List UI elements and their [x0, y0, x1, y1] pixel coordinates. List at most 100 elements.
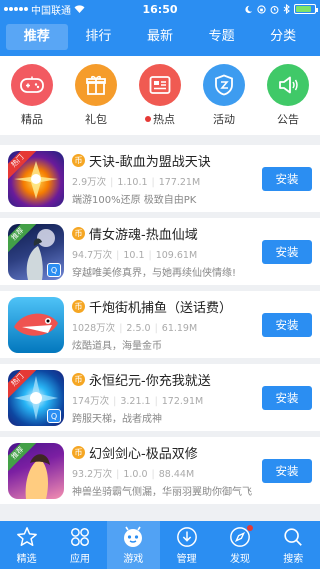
category-notice[interactable]: 公告: [256, 64, 320, 135]
list-item[interactable]: 推荐 Q 币倩女游魂-热血仙域 94.7万次 | 10.1 | 109.61M 穿越唯美…: [0, 218, 320, 285]
coin-icon: 币: [72, 373, 85, 386]
game-list: 热门 币天诀-歃血为盟战天诀 2.9万次 | 1.10.1 | 177.21M 端游10…: [0, 145, 320, 510]
nav-label: 发现: [229, 553, 250, 565]
app-icon: 推荐: [8, 442, 64, 499]
gift-icon: [75, 64, 117, 106]
app-title: 天诀-歃血为盟战天诀: [89, 155, 211, 170]
nav-manage[interactable]: 管理: [160, 521, 213, 569]
app-downloads: 94.7万次: [72, 250, 113, 261]
app-title: 幻剑剑心-极品双修: [89, 447, 198, 462]
coin-icon: 币: [72, 300, 85, 313]
list-item[interactable]: 币千炮街机捕鱼（送话费） 1028万次 | 2.5.0 | 61.19M 炫酷道具，海量…: [0, 291, 320, 358]
grid-icon: [71, 527, 89, 546]
shield-icon: [203, 64, 245, 106]
nav-label: 精选: [16, 553, 37, 565]
notification-dot: [246, 525, 253, 531]
app-icon: 热门: [8, 150, 64, 207]
tab-categories[interactable]: 分类: [252, 24, 314, 50]
app-icon: [8, 296, 64, 353]
app-size: 109.61M: [155, 250, 198, 261]
nav-games[interactable]: 游戏: [106, 521, 160, 569]
carrier-label: 中国联通: [31, 5, 71, 17]
nav-search[interactable]: 搜索: [267, 521, 320, 569]
app-size: 61.19M: [161, 323, 198, 334]
nav-label: 搜索: [283, 553, 304, 565]
app-title: 倩女游魂-热血仙域: [89, 228, 198, 243]
nav-label: 游戏: [123, 553, 144, 565]
app-version: 3.21.1: [120, 396, 151, 407]
app-description: 穿越唯美修真界，与她再续仙侠情缘!: [72, 268, 237, 279]
app-icon: 热门 Q: [8, 369, 64, 426]
app-version: 1.0.0: [123, 469, 148, 480]
category-label: 精品: [21, 113, 43, 126]
app-size: 177.21M: [158, 177, 201, 188]
speaker-icon: [267, 64, 309, 106]
game-controller-icon: [124, 526, 143, 547]
category-label: 活动: [213, 113, 235, 126]
lock-rotation-icon: [257, 4, 266, 14]
tab-latest[interactable]: 最新: [129, 24, 191, 50]
nav-featured[interactable]: 精选: [0, 521, 53, 569]
category-label: 公告: [277, 113, 299, 126]
nav-apps[interactable]: 应用: [53, 521, 106, 569]
app-downloads: 174万次: [72, 396, 110, 407]
search-icon: [284, 527, 303, 546]
coin-icon: 币: [72, 446, 85, 459]
app-version: 2.5.0: [126, 323, 151, 334]
star-icon: [16, 526, 37, 546]
category-label: 热点: [153, 113, 175, 126]
battery-icon: [294, 4, 318, 14]
app-title: 千炮街机捕鱼（送话费）: [89, 301, 233, 316]
category-gift[interactable]: 礼包: [64, 64, 128, 135]
moon-icon: [245, 5, 253, 13]
category-hot[interactable]: 热点: [128, 64, 192, 135]
tab-recommend[interactable]: 推荐: [6, 24, 68, 50]
app-description: 炫酷道具，海量金币: [72, 341, 162, 352]
app-icon: 推荐 Q: [8, 223, 64, 280]
gamepad-icon: [11, 64, 53, 106]
nav-discover[interactable]: 发现: [213, 521, 266, 569]
news-icon: [139, 64, 181, 106]
nav-label: 管理: [176, 553, 197, 565]
hd-badge: Q: [47, 408, 61, 423]
category-row: 精品 礼包 热点 活动 公告: [0, 56, 320, 135]
app-version: 1.10.1: [117, 177, 148, 188]
nav-label: 应用: [69, 553, 90, 565]
status-bar: 中国联通 16:50: [0, 0, 320, 18]
app-description: 跨服天梯，战者成神: [72, 414, 162, 425]
install-button[interactable]: 安装: [262, 313, 312, 337]
install-button[interactable]: 安装: [262, 459, 312, 483]
top-bar: 中国联通 16:50 推荐 排行 最新 专题 分类: [0, 0, 320, 56]
category-boutique[interactable]: 精品: [0, 64, 64, 135]
app-downloads: 2.9万次: [72, 177, 107, 188]
category-activity[interactable]: 活动: [192, 64, 256, 135]
download-icon: [176, 526, 197, 547]
install-button[interactable]: 安装: [262, 386, 312, 410]
wifi-icon: [74, 5, 85, 13]
app-version: 10.1: [123, 250, 145, 261]
list-item[interactable]: 推荐 币幻剑剑心-极品双修 93.2万次 | 1.0.0 | 88.44M 神兽坐骑霸气…: [0, 437, 320, 504]
app-downloads: 93.2万次: [72, 469, 113, 480]
alarm-icon: [270, 5, 279, 14]
app-description: 端游100%还原 极致自由PK: [72, 195, 197, 206]
bluetooth-icon: [283, 4, 290, 14]
tab-topics[interactable]: 专题: [191, 24, 253, 50]
category-label: 礼包: [85, 113, 107, 126]
app-size: 88.44M: [158, 469, 195, 480]
install-button[interactable]: 安装: [262, 240, 312, 264]
list-item[interactable]: 热门 Q 币永恒纪元-你充我就送 174万次 | 3.21.1 | 172.91M 跨服…: [0, 364, 320, 431]
app-description: 神兽坐骑霸气侧漏，华丽羽翼助你御气飞: [72, 487, 252, 498]
app-downloads: 1028万次: [72, 323, 116, 334]
hd-badge: Q: [47, 262, 61, 277]
coin-icon: 币: [72, 154, 85, 167]
new-dot: [145, 116, 151, 122]
bottom-nav: 精选 应用 游戏 管理 发现 搜索: [0, 521, 320, 569]
app-title: 永恒纪元-你充我就送: [89, 374, 211, 389]
install-button[interactable]: 安装: [262, 167, 312, 191]
coin-icon: 币: [72, 227, 85, 240]
signal-icon: [4, 7, 28, 11]
list-item[interactable]: 热门 币天诀-歃血为盟战天诀 2.9万次 | 1.10.1 | 177.21M 端游10…: [0, 145, 320, 212]
top-tabs: 推荐 排行 最新 专题 分类: [0, 18, 320, 56]
app-size: 172.91M: [161, 396, 204, 407]
tab-ranking[interactable]: 排行: [68, 24, 130, 50]
